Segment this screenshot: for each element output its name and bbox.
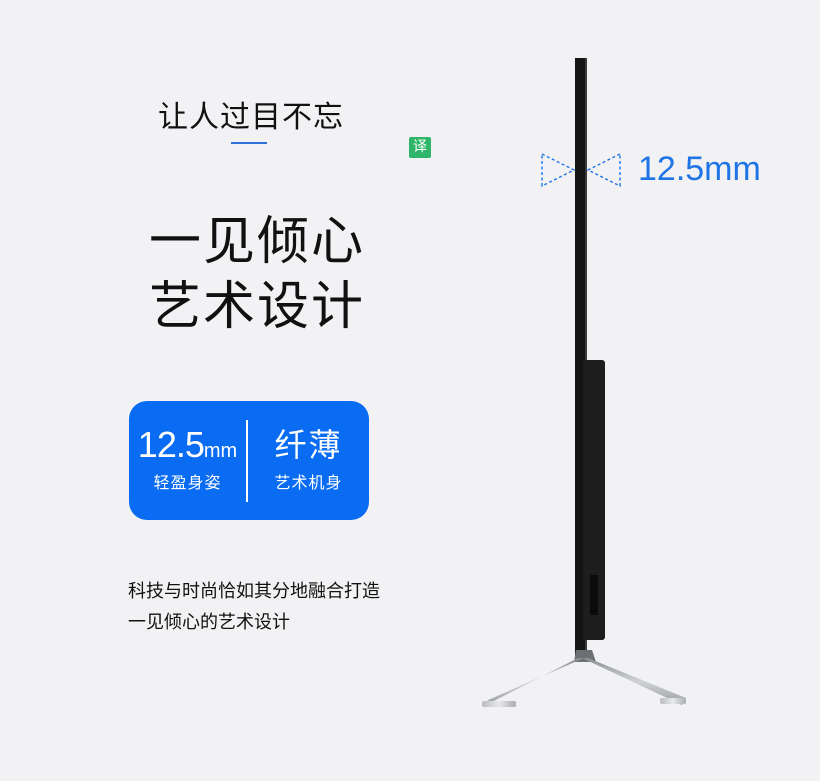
thickness-value: 12.5	[137, 424, 205, 465]
tv-stand-leg-back	[484, 658, 584, 706]
thickness-value-wrap: 12.5mm	[129, 423, 246, 473]
slim-title: 纤薄	[274, 426, 343, 464]
thickness-caption: 轻盈身姿	[153, 473, 222, 492]
tagline: 让人过目不忘	[158, 100, 344, 135]
thickness-measure-label: 12.5mm	[638, 150, 761, 188]
headline-line-1: 一见倾心	[149, 212, 366, 272]
spec-card: 12.5mm 轻盈身姿 纤薄 艺术机身	[129, 401, 369, 520]
tv-stand-foot-left	[482, 701, 516, 707]
slim-spec: 纤薄 艺术机身	[248, 401, 369, 520]
tagline-underline	[231, 142, 267, 144]
slim-caption: 艺术机身	[274, 473, 343, 492]
headline-line-2: 艺术设计	[149, 277, 366, 337]
body-text-line-2: 一见倾心的艺术设计	[128, 612, 290, 633]
thickness-spec: 12.5mm 轻盈身姿	[129, 401, 246, 520]
tv-stand-foot-right	[660, 698, 686, 704]
tv-stand-leg-front	[582, 658, 686, 705]
translate-icon[interactable]: 译	[409, 137, 431, 158]
thickness-unit: mm	[203, 440, 238, 462]
body-text-line-1: 科技与时尚恰如其分地融合打造	[128, 581, 380, 602]
